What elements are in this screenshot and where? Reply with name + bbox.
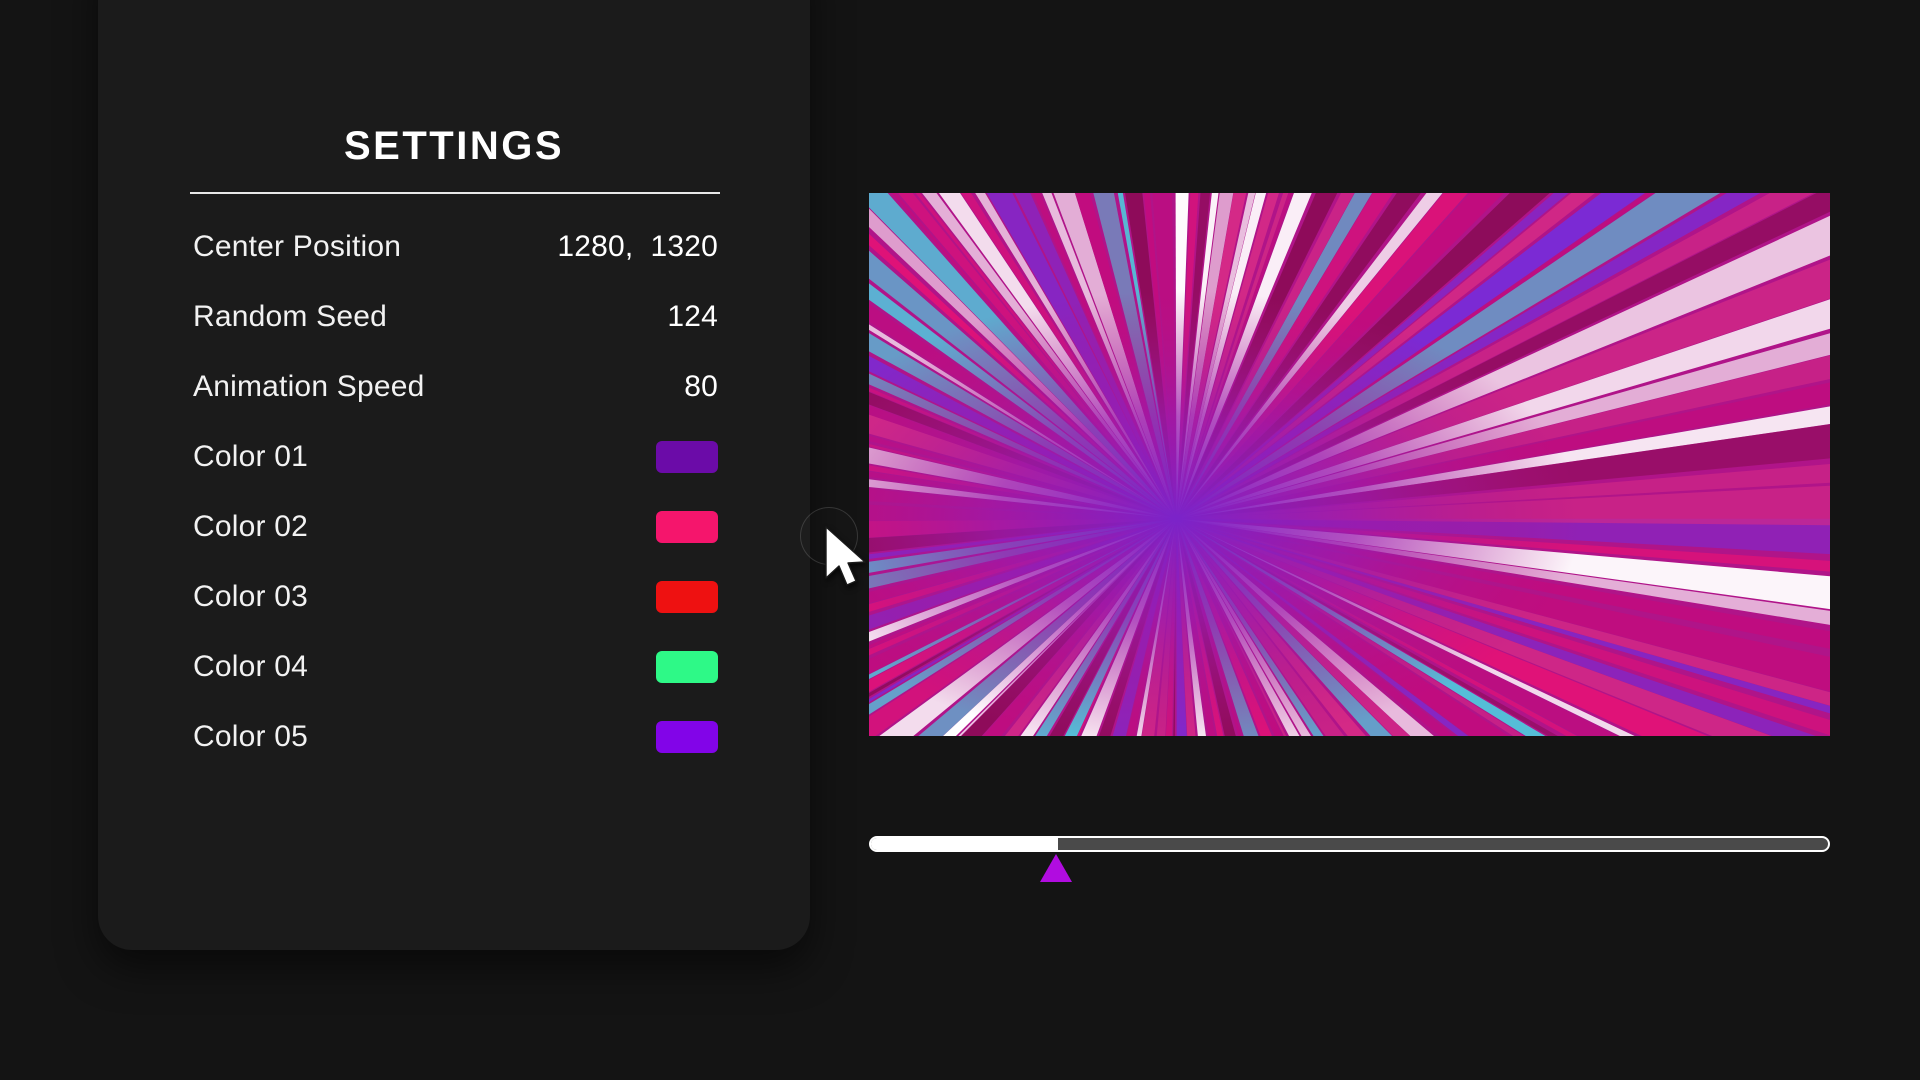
settings-row[interactable]: Color 01 [98, 422, 810, 492]
settings-row[interactable]: Center Position 1280, 1320 [98, 212, 810, 282]
setting-value[interactable]: 80 [684, 370, 718, 404]
animation-timeline-slider[interactable] [869, 836, 1830, 882]
settings-panel: SETTINGS Center Position 1280, 1320 Random… [98, 0, 866, 950]
setting-value[interactable]: 1280, 1320 [557, 230, 718, 264]
radial-burst-graphic [869, 193, 1830, 736]
color-swatch[interactable] [656, 581, 718, 613]
setting-label: Animation Speed [193, 370, 425, 403]
setting-label: Center Position [193, 230, 402, 263]
color-swatch-wrapper [656, 651, 718, 683]
page-title: SETTINGS [343, 124, 565, 168]
color-swatch-wrapper [656, 511, 718, 543]
timeline-playhead-marker[interactable] [1040, 854, 1073, 882]
cursor-arrow-icon [825, 526, 866, 586]
color-swatch-wrapper [656, 441, 718, 473]
setting-label: Random Seed [193, 300, 387, 333]
timeline-fill [871, 838, 1058, 850]
setting-label: Color 03 [193, 580, 308, 613]
settings-row[interactable]: Color 02 [98, 492, 810, 562]
app-root: SETTINGS Center Position 1280, 1320 Random… [0, 0, 1920, 1080]
setting-label: Color 04 [193, 650, 308, 683]
settings-row[interactable]: Animation Speed 80 [98, 352, 810, 422]
color-swatch[interactable] [656, 441, 718, 473]
title-divider [190, 192, 720, 194]
timeline-track[interactable] [869, 836, 1830, 852]
settings-row[interactable]: Color 04 [98, 632, 810, 702]
settings-row-list: Center Position 1280, 1320 Random Seed 124 A… [98, 212, 810, 772]
setting-label: Color 05 [193, 720, 308, 753]
render-preview-canvas[interactable] [869, 193, 1830, 736]
settings-row[interactable]: Color 05 [98, 702, 810, 772]
color-swatch[interactable] [656, 651, 718, 683]
settings-row[interactable]: Random Seed 124 [98, 282, 810, 352]
color-swatch-wrapper [656, 581, 718, 613]
setting-value[interactable]: 124 [667, 300, 718, 334]
setting-label: Color 01 [193, 440, 308, 473]
setting-label: Color 02 [193, 510, 308, 543]
color-swatch[interactable] [656, 721, 718, 753]
color-swatch[interactable] [656, 511, 718, 543]
color-swatch-wrapper [656, 721, 718, 753]
settings-row[interactable]: Color 03 [98, 562, 810, 632]
